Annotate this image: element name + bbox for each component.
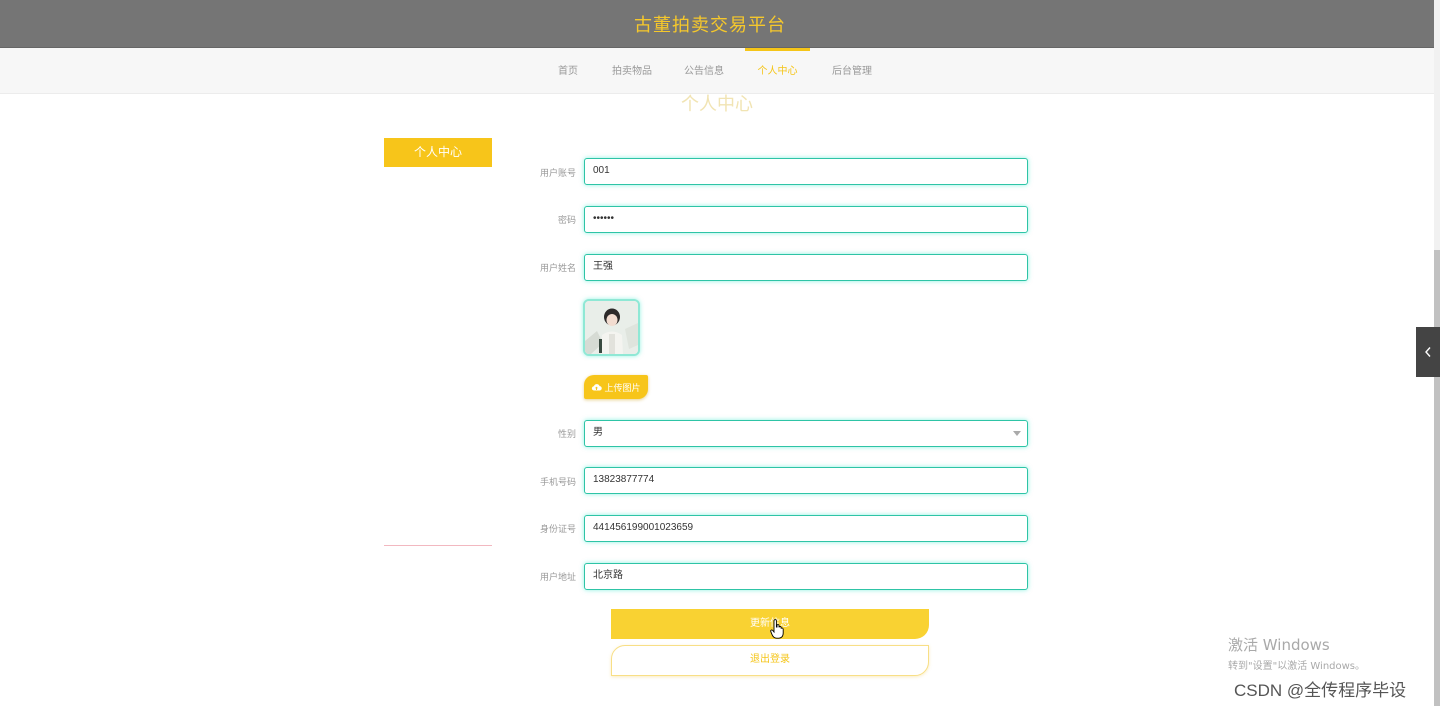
account-field[interactable]: 001	[584, 158, 1028, 185]
upload-image-button[interactable]: 上传图片	[584, 375, 648, 399]
windows-activation-notice: 激活 Windows 转到"设置"以激活 Windows。	[1228, 634, 1365, 672]
nav-item-announcements[interactable]: 公告信息	[676, 48, 732, 94]
panel-toggle-button[interactable]	[1416, 327, 1440, 377]
password-field[interactable]: ••••••	[584, 206, 1028, 233]
chevron-left-icon	[1425, 347, 1431, 357]
gender-select-value: 男	[593, 427, 603, 438]
address-field[interactable]: 北京路	[584, 563, 1028, 590]
windows-activation-title: 激活 Windows	[1228, 636, 1330, 654]
sidebar-divider	[384, 545, 492, 546]
id-card-label: 身份证号	[539, 525, 576, 535]
nav-item-personal-center[interactable]: 个人中心	[745, 48, 810, 94]
phone-field[interactable]: 13823877774	[584, 467, 1028, 494]
logout-button[interactable]: 退出登录	[611, 645, 929, 676]
gender-select[interactable]: 男	[584, 420, 1028, 447]
nav-item-auction-items[interactable]: 拍卖物品	[604, 48, 660, 94]
name-label: 用户姓名	[539, 264, 576, 274]
windows-activation-hint: 转到"设置"以激活 Windows。	[1228, 661, 1366, 672]
account-label: 用户账号	[539, 169, 576, 179]
address-label: 用户地址	[539, 573, 576, 583]
id-card-field[interactable]: 441456199001023659	[584, 515, 1028, 542]
site-title: 古董拍卖交易平台	[634, 14, 786, 36]
upload-image-label: 上传图片	[604, 383, 641, 394]
top-header: 古董拍卖交易平台	[0, 0, 1434, 48]
main-nav: 首页 拍卖物品 公告信息 个人中心 后台管理	[0, 48, 1434, 94]
name-field[interactable]: 王强	[584, 254, 1028, 281]
caret-down-icon	[1013, 431, 1021, 436]
nav-item-admin[interactable]: 后台管理	[824, 48, 880, 94]
gender-label: 性别	[557, 430, 576, 440]
password-label: 密码	[557, 216, 576, 226]
avatar-image	[585, 301, 638, 354]
hand-cursor-icon	[770, 619, 784, 639]
scrollbar-thumb[interactable]	[1434, 250, 1440, 706]
avatar	[583, 299, 640, 356]
cloud-upload-icon	[592, 384, 603, 391]
page-title: 个人中心	[681, 94, 753, 115]
sidebar-item-personal-center[interactable]: 个人中心	[384, 138, 492, 167]
nav-item-home[interactable]: 首页	[548, 48, 588, 94]
csdn-watermark: CSDN @全传程序毕设	[1234, 681, 1407, 700]
phone-label: 手机号码	[539, 478, 576, 488]
